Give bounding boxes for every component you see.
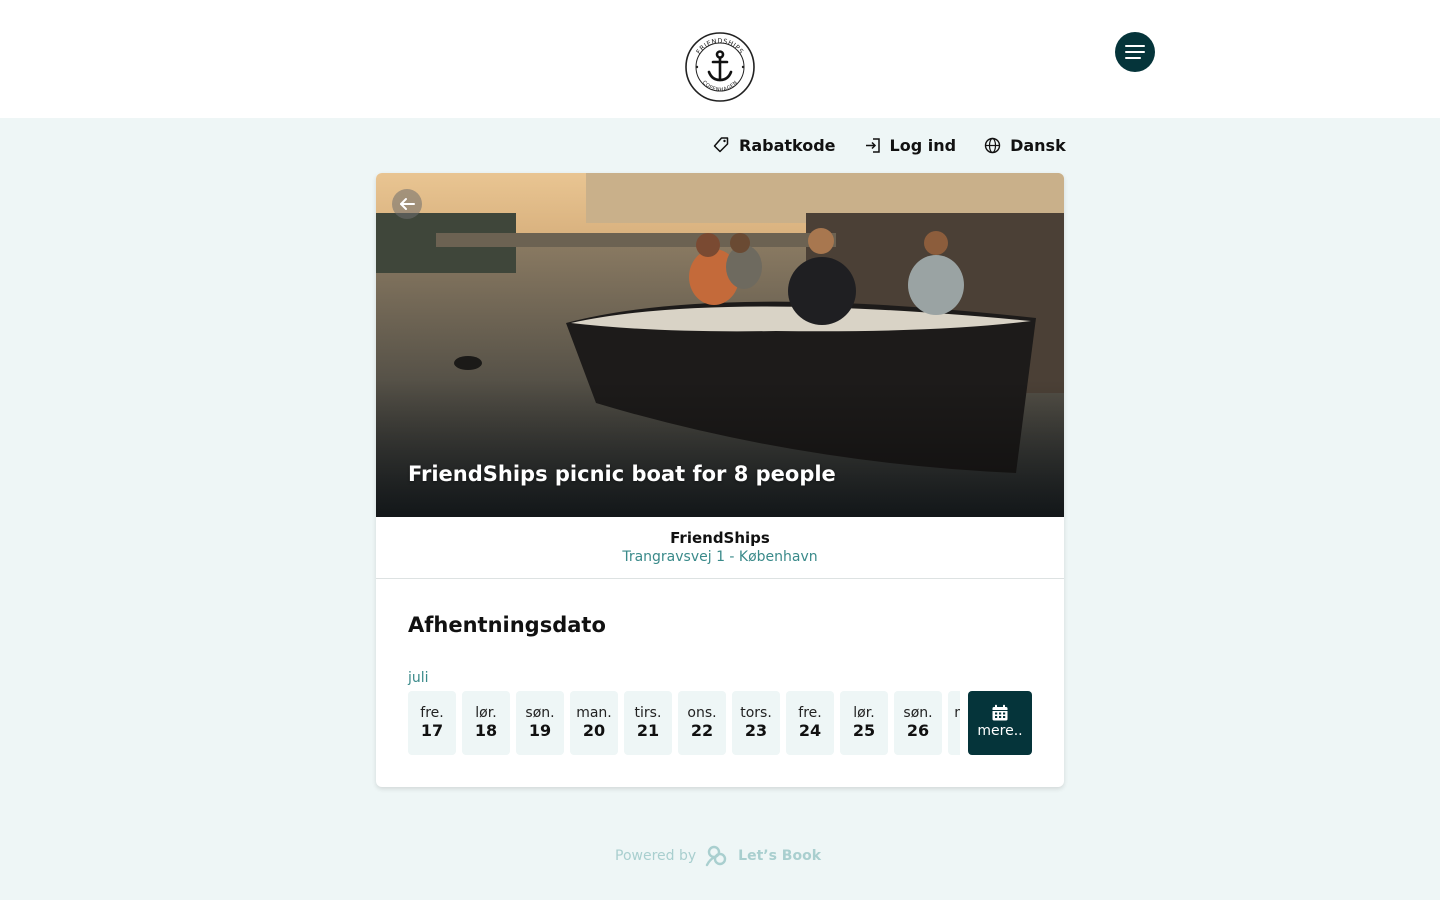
date-option[interactable]: man.27 bbox=[948, 691, 960, 755]
date-day: 19 bbox=[528, 721, 552, 740]
hero-image: FriendShips picnic boat for 8 people bbox=[376, 173, 1064, 517]
pickup-date-heading: Afhentningsdato bbox=[408, 613, 606, 637]
date-weekday: tors. bbox=[740, 705, 772, 721]
booking-card: FriendShips picnic boat for 8 people Fri… bbox=[376, 173, 1064, 787]
venue-info: FriendShips Trangravsvej 1 - København bbox=[376, 517, 1064, 579]
date-option[interactable]: tors. 23 bbox=[732, 691, 780, 755]
top-header: FRIENDSHIPS COPENHAGEN bbox=[0, 0, 1440, 118]
date-strip: fre. 17 lør. 18 søn. 19 man. 20 tirs. 21 ons.… bbox=[408, 691, 960, 755]
date-weekday: man. bbox=[576, 705, 612, 721]
date-day: 22 bbox=[690, 721, 714, 740]
arrow-left-icon bbox=[400, 198, 415, 210]
powered-by-text: Powered by bbox=[615, 848, 697, 864]
calendar-icon bbox=[992, 704, 1008, 721]
venue-address[interactable]: Trangravsvej 1 - København bbox=[376, 549, 1064, 565]
login-icon bbox=[865, 137, 880, 153]
date-option[interactable]: tirs. 21 bbox=[624, 691, 672, 755]
date-weekday: fre. bbox=[420, 705, 444, 721]
sub-navigation: Rabatkode Log ind Dansk bbox=[712, 134, 1066, 156]
date-day: 18 bbox=[474, 721, 498, 740]
date-day: 25 bbox=[852, 721, 876, 740]
date-weekday: tirs. bbox=[634, 705, 662, 721]
venue-name: FriendShips bbox=[670, 529, 770, 547]
powered-by-footer[interactable]: Powered by Let’s Book bbox=[615, 845, 821, 867]
tag-icon bbox=[713, 137, 729, 153]
login-label: Log ind bbox=[889, 135, 957, 155]
date-option[interactable]: fre. 24 bbox=[786, 691, 834, 755]
date-day: 23 bbox=[744, 721, 768, 740]
date-weekday: ons. bbox=[687, 705, 717, 721]
login-link[interactable]: Log ind bbox=[864, 135, 957, 155]
month-label: juli bbox=[408, 670, 429, 686]
product-title: FriendShips picnic boat for 8 people bbox=[408, 462, 836, 486]
date-weekday: man. bbox=[948, 705, 960, 721]
discount-code-link[interactable]: Rabatkode bbox=[712, 136, 836, 155]
date-option[interactable]: søn. 26 bbox=[894, 691, 942, 755]
letsbook-logo-icon bbox=[705, 845, 727, 867]
date-option[interactable]: søn. 19 bbox=[516, 691, 564, 755]
date-weekday: lør. bbox=[853, 705, 875, 721]
date-option[interactable]: lør. 18 bbox=[462, 691, 510, 755]
language-label: Dansk bbox=[1010, 135, 1066, 155]
date-option[interactable]: man. 20 bbox=[570, 691, 618, 755]
date-day: 26 bbox=[906, 721, 930, 740]
powered-by-brand: Let’s Book bbox=[738, 848, 822, 864]
language-selector[interactable]: Dansk bbox=[984, 136, 1066, 155]
date-weekday: fre. bbox=[798, 705, 822, 721]
date-option[interactable]: ons. 22 bbox=[678, 691, 726, 755]
date-day: 20 bbox=[582, 721, 606, 740]
globe-icon bbox=[984, 137, 1001, 153]
date-day: 24 bbox=[798, 721, 822, 740]
discount-code-label: Rabatkode bbox=[739, 135, 836, 155]
date-day: 27 bbox=[948, 721, 960, 740]
menu-button[interactable] bbox=[1115, 32, 1155, 72]
date-day: 21 bbox=[636, 721, 660, 740]
hamburger-icon bbox=[1125, 45, 1145, 59]
date-option[interactable]: fre. 17 bbox=[408, 691, 456, 755]
more-dates-label: mere.. bbox=[977, 723, 1023, 739]
friendships-logo[interactable]: FRIENDSHIPS COPENHAGEN bbox=[685, 32, 755, 102]
date-day: 17 bbox=[420, 721, 444, 740]
date-weekday: søn. bbox=[525, 705, 555, 721]
date-weekday: lør. bbox=[475, 705, 497, 721]
more-dates-button[interactable]: mere.. bbox=[968, 691, 1032, 755]
date-weekday: søn. bbox=[903, 705, 933, 721]
back-button[interactable] bbox=[392, 189, 422, 219]
date-option[interactable]: lør. 25 bbox=[840, 691, 888, 755]
